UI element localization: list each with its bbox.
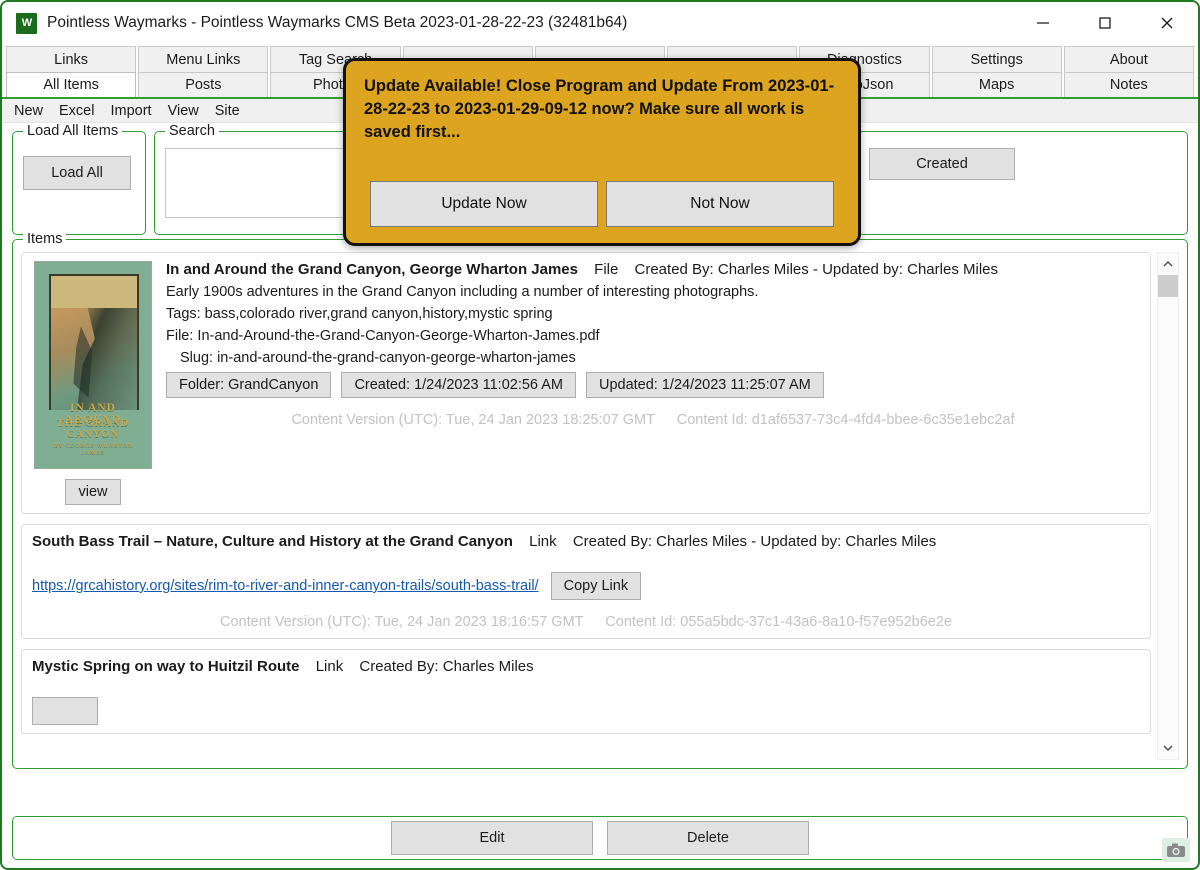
item-action-button[interactable] [32, 697, 99, 725]
item-headline: South Bass Trail – Nature, Culture and H… [32, 533, 1140, 550]
item-slug: Slug: in-and-around-the-grand-canyon-geo… [180, 350, 576, 366]
load-all-items-label: Load All Items [23, 123, 123, 139]
cover-canyon-art [49, 308, 139, 410]
tab-maps[interactable]: Maps [931, 72, 1062, 97]
item-byline: Created By: Charles Miles [359, 658, 534, 675]
item-type: Link [529, 533, 557, 550]
cover-author-line: BY GEORGE WHARTON JAMES [53, 442, 133, 456]
tab-notes[interactable]: Notes [1063, 72, 1194, 97]
load-all-button[interactable]: Load All [23, 156, 131, 190]
not-now-button[interactable]: Not Now [606, 181, 834, 227]
close-icon[interactable] [1136, 2, 1198, 44]
menu-item-view[interactable]: View [168, 103, 199, 119]
sort-group: Created [858, 131, 1188, 235]
tab-posts[interactable]: Posts [138, 72, 269, 97]
list-item[interactable]: IN AND AROUND THE GRAND CANYON BY GEORGE… [21, 252, 1151, 514]
item-version-footer: Content Version (UTC): Tue, 24 Jan 2023 … [32, 614, 1140, 630]
item-link-row: https://grcahistory.org/sites/rim-to-riv… [32, 572, 1140, 600]
item-url-link[interactable]: https://grcahistory.org/sites/rim-to-riv… [32, 578, 539, 594]
item-file: File: In-and-Around-the-Grand-Canyon-Geo… [166, 328, 600, 344]
title-bar: W Pointless Waymarks - Pointless Waymark… [2, 2, 1198, 44]
search-label: Search [165, 123, 219, 139]
item-title: Mystic Spring on way to Huitzil Route [32, 658, 300, 675]
menu-item-new[interactable]: New [14, 103, 43, 119]
view-button[interactable]: view [65, 479, 121, 505]
tab-links[interactable]: Links [6, 46, 137, 72]
window-title: Pointless Waymarks - Pointless Waymarks … [47, 14, 628, 31]
item-type: File [594, 261, 619, 278]
dialog-buttons: Update Now Not Now [370, 181, 834, 227]
content-id: Content Id: d1af6537-73c4-4fd4-bbee-6c35… [676, 412, 1015, 428]
pill-updated[interactable]: Updated: 1/24/2023 11:25:07 AM [585, 372, 824, 398]
item-version-footer: Content Version (UTC): Tue, 24 Jan 2023 … [166, 412, 1140, 428]
item-byline: Created By: Charles Miles - Updated by: … [634, 261, 998, 278]
pill-created[interactable]: Created: 1/24/2023 11:02:56 AM [341, 372, 576, 398]
tab-settings[interactable]: Settings [931, 46, 1062, 72]
menu-item-excel[interactable]: Excel [59, 103, 94, 119]
content-version: Content Version (UTC): Tue, 24 Jan 2023 … [220, 614, 584, 630]
list-item[interactable]: South Bass Trail – Nature, Culture and H… [21, 524, 1151, 639]
item-body: Mystic Spring on way to Huitzil Route Li… [32, 658, 1140, 725]
window-controls [1012, 2, 1198, 44]
tab-all-items[interactable]: All Items [6, 72, 137, 97]
maximize-icon[interactable] [1074, 2, 1136, 44]
tab-about[interactable]: About [1063, 46, 1194, 72]
update-now-button[interactable]: Update Now [370, 181, 598, 227]
item-type: Link [315, 658, 344, 675]
item-byline: Created By: Charles Miles - Updated by: … [572, 533, 937, 550]
content-id: Content Id: 055a5bdc-37c1-43a6-8a10-f57e… [605, 614, 952, 630]
chevron-up-icon[interactable] [1157, 253, 1179, 275]
chevron-down-icon[interactable] [1157, 737, 1179, 759]
minimize-icon[interactable] [1012, 2, 1074, 44]
item-headline: In and Around the Grand Canyon, George W… [166, 261, 1140, 278]
edit-button[interactable]: Edit [391, 821, 593, 855]
items-scrollbar[interactable] [1157, 252, 1179, 760]
camera-icon[interactable] [1162, 838, 1190, 862]
items-list: IN AND AROUND THE GRAND CANYON BY GEORGE… [21, 252, 1179, 760]
action-bar: Edit Delete [12, 816, 1188, 860]
item-tags: Tags: bass,colorado river,grand canyon,h… [166, 306, 553, 322]
pill-folder[interactable]: Folder: GrandCanyon [166, 372, 332, 398]
menu-item-site[interactable]: Site [215, 103, 240, 119]
load-all-items-group: Load All Items Load All [12, 123, 146, 235]
dialog-message: Update Available! Close Program and Upda… [364, 77, 835, 141]
sort-created-button[interactable]: Created [869, 148, 1015, 180]
menu-item-import[interactable]: Import [110, 103, 151, 119]
items-group-label: Items [23, 231, 67, 247]
tab-menu-links[interactable]: Menu Links [138, 46, 269, 72]
item-body: In and Around the Grand Canyon, George W… [166, 261, 1140, 505]
app-logo-icon: W [16, 12, 37, 34]
content-version: Content Version (UTC): Tue, 24 Jan 2023 … [291, 412, 655, 428]
application-window: W Pointless Waymarks - Pointless Waymark… [0, 0, 1200, 870]
copy-link-button[interactable]: Copy Link [550, 572, 642, 600]
item-metadata-pills: Folder: GrandCanyon Created: 1/24/2023 1… [166, 372, 1140, 398]
item-title: In and Around the Grand Canyon, George W… [166, 261, 578, 278]
item-body: South Bass Trail – Nature, Culture and H… [32, 533, 1140, 630]
update-available-dialog: Update Available! Close Program and Upda… [343, 58, 861, 246]
delete-button[interactable]: Delete [607, 821, 809, 855]
item-link-row [32, 697, 1140, 725]
cover-title-line2: THE GRAND CANYON [56, 418, 130, 440]
item-thumbnail-column: IN AND AROUND THE GRAND CANYON BY GEORGE… [32, 261, 154, 505]
item-headline: Mystic Spring on way to Huitzil Route Li… [32, 658, 1140, 675]
scrollbar-thumb[interactable] [1158, 275, 1178, 297]
items-group: Items IN AND AROUND THE GRAND CANYON BY … [12, 231, 1188, 769]
cover-sky-band [49, 274, 139, 308]
item-title: South Bass Trail – Nature, Culture and H… [32, 533, 513, 550]
book-cover-image: IN AND AROUND THE GRAND CANYON BY GEORGE… [34, 261, 152, 469]
item-summary: Early 1900s adventures in the Grand Cany… [166, 284, 759, 300]
list-item[interactable]: Mystic Spring on way to Huitzil Route Li… [21, 649, 1151, 734]
